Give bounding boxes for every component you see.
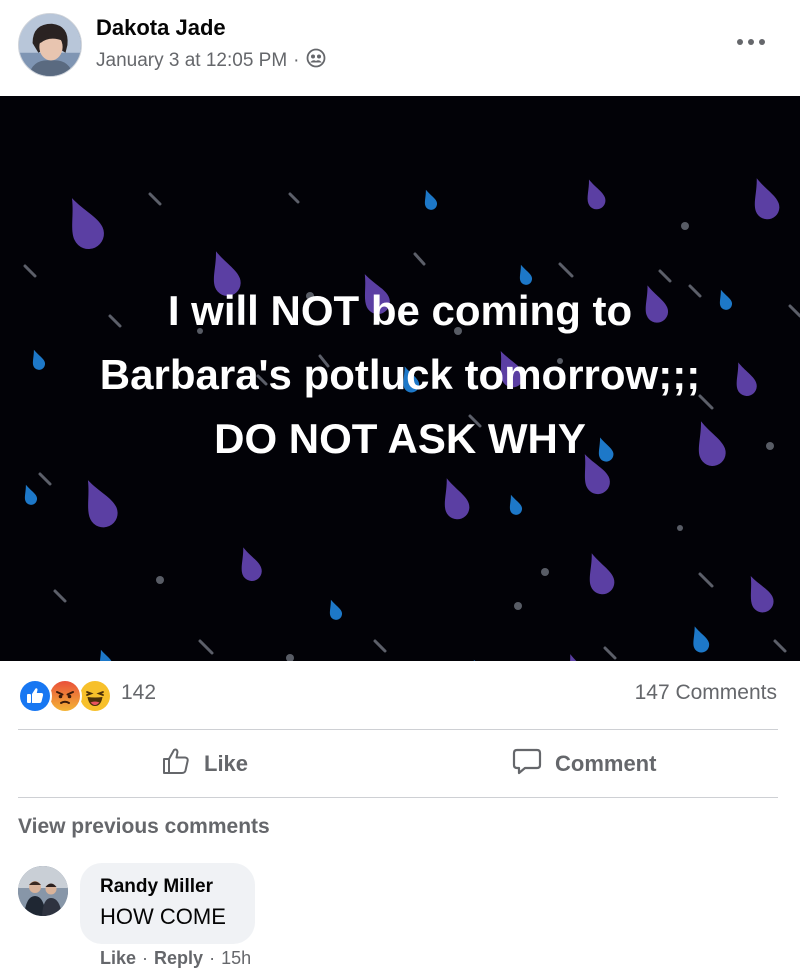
comment-bubble: Randy Miller HOW COME (80, 863, 255, 944)
more-options-icon (736, 33, 766, 51)
reactions-summary: 142 147 Comments (0, 661, 800, 729)
post-timestamp[interactable]: January 3 at 12:05 PM (96, 50, 287, 72)
comment-button[interactable]: Comment (511, 731, 656, 797)
post-actions: Like Comment (0, 731, 800, 797)
divider (18, 729, 778, 730)
comment-actions: Like · Reply · 15h (100, 948, 251, 969)
divider (18, 797, 778, 798)
post-image-text-line: I will NOT be coming to (167, 287, 633, 334)
commenter-name[interactable]: Randy Miller (100, 876, 213, 898)
post-image-text-line: Barbara's potluck tomorrow;;; (99, 351, 701, 398)
reaction-icons[interactable] (18, 679, 114, 713)
comment-like-link[interactable]: Like (100, 948, 136, 969)
author-name[interactable]: Dakota Jade (96, 15, 226, 41)
author-avatar[interactable] (18, 13, 82, 77)
post-image[interactable]: I will NOT be coming to Barbara's potluc… (0, 96, 800, 661)
like-reaction-icon (18, 679, 52, 713)
comment-actions-separator: · (142, 948, 149, 968)
post-header: Dakota Jade January 3 at 12:05 PM · (0, 0, 800, 96)
meta-separator: · (293, 50, 300, 71)
haha-reaction-icon (78, 679, 112, 713)
angry-reaction-icon (48, 679, 82, 713)
like-button[interactable]: Like (160, 731, 248, 797)
post-meta: January 3 at 12:05 PM · (96, 48, 326, 74)
comment-reply-link[interactable]: Reply (154, 948, 203, 969)
comments-count[interactable]: 147 Comments (635, 681, 777, 705)
comment-text: HOW COME (100, 904, 226, 929)
post-image-text-line: DO NOT ASK WHY (214, 415, 586, 462)
friends-icon[interactable] (306, 48, 326, 74)
commenter-avatar[interactable] (18, 866, 68, 916)
comment-bubble-icon (511, 745, 543, 783)
view-previous-comments-link[interactable]: View previous comments (18, 815, 270, 839)
post-image-text: I will NOT be coming to Barbara's potluc… (0, 279, 800, 471)
more-options-button[interactable] (733, 30, 769, 54)
reaction-count[interactable]: 142 (121, 681, 156, 705)
comment-actions-separator: · (209, 948, 216, 968)
like-label: Like (204, 751, 249, 776)
thumbs-up-icon (160, 745, 192, 783)
comment-time: 15h (221, 948, 252, 968)
comment-label: Comment (555, 751, 657, 776)
